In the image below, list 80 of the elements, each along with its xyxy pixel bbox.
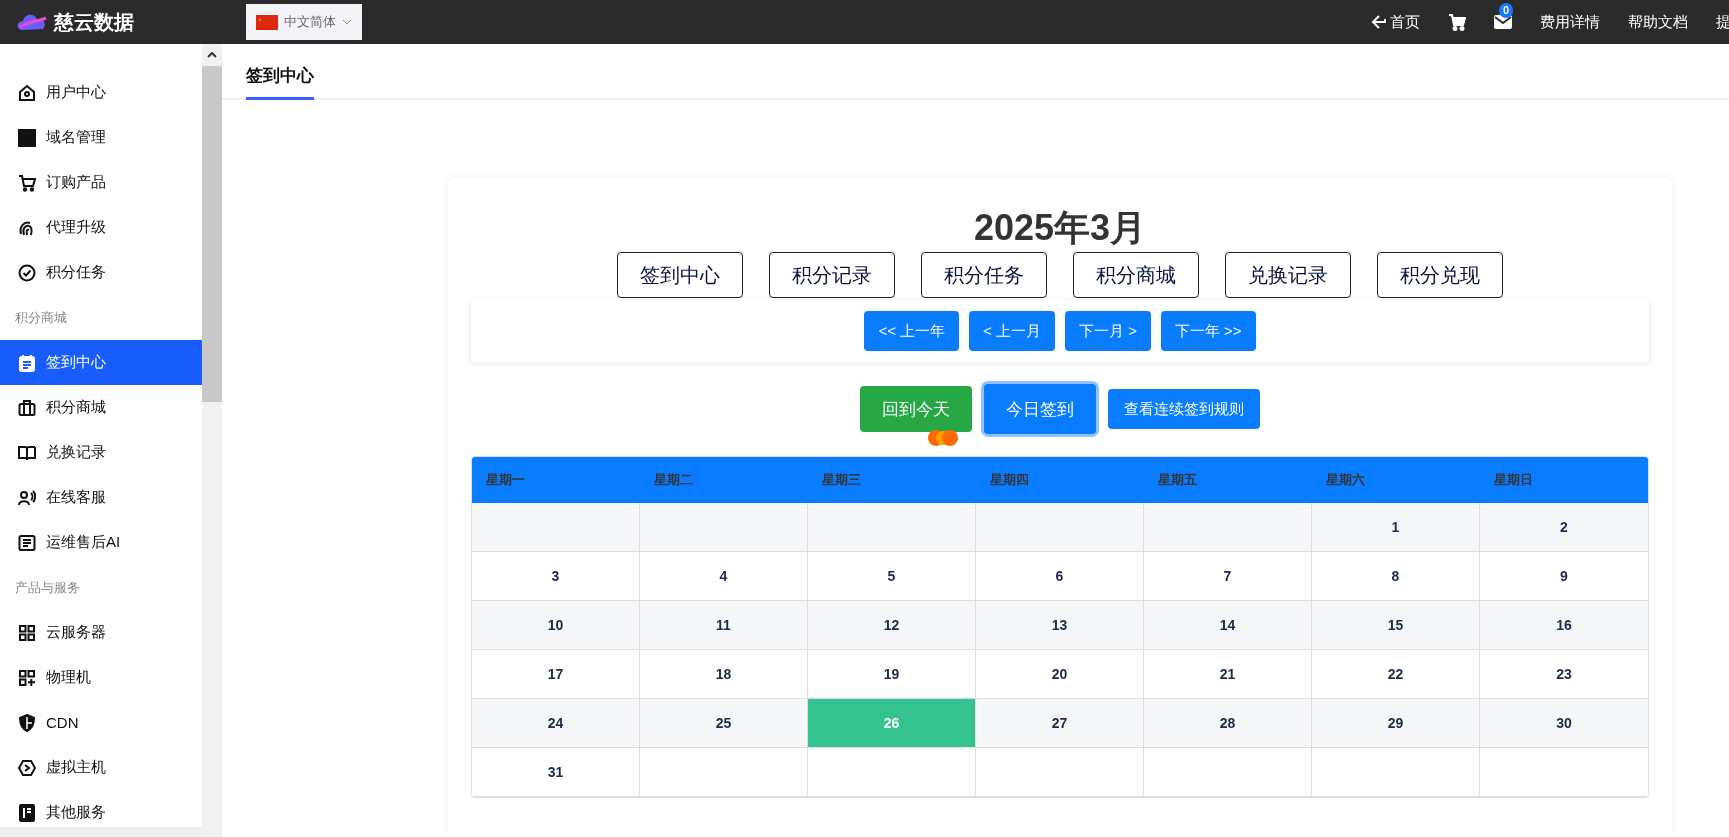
action-button[interactable]: 查看连续签到规则 xyxy=(1108,389,1260,429)
hexagon-icon xyxy=(18,758,36,777)
sidebar-item[interactable]: 兑换记录 xyxy=(0,430,202,475)
day-cell[interactable]: 15 xyxy=(1312,601,1480,650)
day-cell[interactable]: 30 xyxy=(1480,699,1648,748)
day-cell[interactable]: 27 xyxy=(976,699,1144,748)
file-icon xyxy=(18,803,36,822)
weekday-label: 星期五 xyxy=(1157,471,1198,489)
nav-button[interactable]: 积分兑现 xyxy=(1377,252,1503,298)
weekday-label: 星期一 xyxy=(485,471,526,489)
nav-button[interactable]: 积分记录 xyxy=(769,252,895,298)
notification-badge: 0 xyxy=(1499,3,1514,18)
day-cell[interactable]: 24 xyxy=(472,699,640,748)
sidebar-item[interactable]: 用户中心 xyxy=(0,70,202,115)
sidebar-item[interactable]: 签到中心 xyxy=(0,340,202,385)
section-label: 积分商城 xyxy=(14,308,68,327)
nav-button[interactable]: 签到中心 xyxy=(617,252,743,298)
sidebar-item[interactable]: 云服务器 xyxy=(0,610,202,655)
chevron-down-icon xyxy=(342,19,352,25)
sidebar-item[interactable]: 物理机 xyxy=(0,655,202,700)
check-badge-icon xyxy=(18,263,36,282)
day-cell[interactable]: 10 xyxy=(472,601,640,650)
day-cell[interactable]: 16 xyxy=(1480,601,1648,650)
section-label: 产品与服务 xyxy=(14,578,81,597)
cart-icon xyxy=(1448,13,1466,31)
sidebar-item[interactable]: 积分任务 xyxy=(0,250,202,295)
day-cell[interactable]: 31 xyxy=(472,748,640,797)
mail-icon xyxy=(1494,15,1512,29)
book-icon xyxy=(18,443,36,462)
nav-link[interactable]: 费用详情 xyxy=(1540,12,1600,32)
home-link[interactable]: 首页 xyxy=(1371,12,1420,32)
language-selector[interactable]: 中文简体 xyxy=(246,4,362,40)
document-icon xyxy=(18,533,36,552)
nav-button[interactable]: 兑换记录 xyxy=(1225,252,1351,298)
day-cell[interactable]: 13 xyxy=(976,601,1144,650)
month-title: 2025年3月 xyxy=(972,208,1148,248)
weekday-label: 星期日 xyxy=(1493,471,1534,489)
person-signal-icon xyxy=(18,488,36,507)
calendar-icon xyxy=(18,353,36,372)
pager-button[interactable]: 下一月 > xyxy=(1065,311,1151,351)
sidebar-item[interactable]: 在线客服 xyxy=(0,475,202,520)
sidebar-item[interactable]: CDN xyxy=(0,700,202,745)
briefcase-icon xyxy=(18,398,36,417)
logo-text: 慈云数据 xyxy=(54,9,134,35)
nav-link[interactable]: 帮助文档 xyxy=(1628,12,1688,32)
sidebar-item[interactable]: 域名管理 xyxy=(0,115,202,160)
weekday-label: 星期三 xyxy=(821,471,862,489)
pager-button[interactable]: << 上一年 xyxy=(864,311,960,351)
weekday-label: 星期六 xyxy=(1325,471,1366,489)
nav-button[interactable]: 积分商城 xyxy=(1073,252,1199,298)
sidebar-item[interactable]: 其他服务 xyxy=(0,790,202,827)
pager-button[interactable]: < 上一月 xyxy=(969,311,1055,351)
pager-button[interactable]: 下一年 >> xyxy=(1160,311,1256,351)
house-icon xyxy=(18,83,36,102)
day-cell[interactable]: 12 xyxy=(808,601,976,650)
weekday-label: 星期二 xyxy=(653,471,694,489)
scrollbar-thumb[interactable] xyxy=(202,66,222,402)
back-arrow-icon xyxy=(1371,14,1387,30)
weekday-label: 星期四 xyxy=(989,471,1030,489)
squares-plus-icon xyxy=(18,668,36,687)
day-cell[interactable]: 28 xyxy=(1144,699,1312,748)
dots-icon xyxy=(927,428,959,448)
day-cell[interactable]: 1 xyxy=(1312,503,1480,552)
sidebar-item[interactable]: 积分商城 xyxy=(0,385,202,430)
sidebar-item[interactable]: 订购产品 xyxy=(0,160,202,205)
day-cell[interactable]: 14 xyxy=(1144,601,1312,650)
flag-icon xyxy=(256,14,278,30)
sidebar-item[interactable]: 虚拟主机 xyxy=(0,745,202,790)
action-button[interactable]: 今日签到 xyxy=(984,384,1096,434)
nav-button[interactable]: 积分任务 xyxy=(921,252,1047,298)
day-cell[interactable]: 11 xyxy=(640,601,808,650)
squares-icon xyxy=(18,623,36,642)
sidebar-item[interactable]: 代理升级 xyxy=(0,205,202,250)
shield-icon xyxy=(18,713,36,732)
day-cell[interactable]: 2 xyxy=(1480,503,1648,552)
day-cell[interactable]: 29 xyxy=(1312,699,1480,748)
cart-icon xyxy=(18,173,36,192)
scroll-up-icon xyxy=(207,52,217,58)
page-tab[interactable]: 签到中心 xyxy=(246,64,314,100)
sidebar-item[interactable]: 运维售后AI xyxy=(0,520,202,565)
